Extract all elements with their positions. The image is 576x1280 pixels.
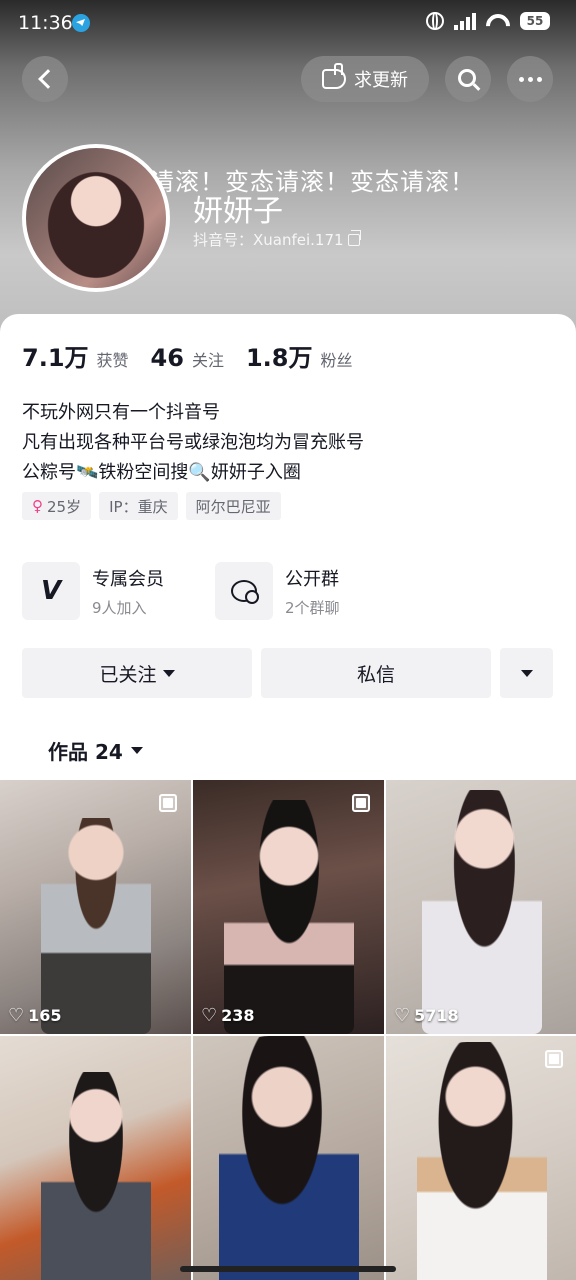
thumbnail-subject bbox=[40, 1072, 151, 1280]
video-likes: ♡ 238 bbox=[201, 1005, 255, 1026]
location-tag-label: 阿尔巴尼亚 bbox=[195, 497, 271, 516]
search-icon bbox=[457, 68, 476, 87]
avatar[interactable] bbox=[22, 144, 170, 292]
video-likes-count: 238 bbox=[221, 1006, 255, 1025]
video-thumbnail[interactable]: ♡ 238 bbox=[193, 780, 384, 1034]
female-icon: ♀ bbox=[32, 497, 43, 515]
bio-line: 不玩外网只有一个抖音号 bbox=[22, 402, 220, 423]
location-tag: 阿尔巴尼亚 bbox=[185, 492, 281, 520]
video-thumbnail[interactable]: ♡ 5718 bbox=[386, 780, 576, 1034]
back-button[interactable] bbox=[22, 56, 68, 102]
bio-line: 公粽号🛰️铁粉空间搜🔍妍妍子入圈 bbox=[22, 462, 301, 483]
profile-stats: 7.1万 获赞 46 关注 1.8万 粉丝 bbox=[22, 338, 374, 373]
video-thumbnail[interactable] bbox=[386, 1036, 576, 1280]
home-indicator[interactable] bbox=[180, 1266, 396, 1272]
copy-icon[interactable] bbox=[347, 229, 361, 246]
request-update-label: 求更新 bbox=[354, 70, 408, 91]
more-button[interactable] bbox=[507, 56, 553, 102]
battery-icon: 55 bbox=[520, 12, 550, 30]
membership-card[interactable]: V 专属会员 9人加入 bbox=[22, 562, 164, 620]
stat-followers-value: 1.8万 bbox=[245, 344, 313, 372]
bio-line: 凡有出现各种平台号或绿泡泡均为冒充账号 bbox=[22, 432, 364, 453]
message-button-label: 私信 bbox=[356, 663, 395, 686]
followed-button[interactable]: 已关注 bbox=[22, 648, 252, 698]
douyin-id[interactable]: 抖音号：Xuanfei.171 bbox=[193, 229, 361, 250]
thumbnail-subject bbox=[218, 1036, 359, 1280]
stat-likes[interactable]: 7.1万 获赞 bbox=[22, 338, 129, 373]
group-chat-icon bbox=[231, 580, 259, 604]
multi-photo-icon bbox=[545, 1050, 563, 1068]
group-icon-box bbox=[215, 562, 273, 620]
status-time: 11:36 bbox=[18, 12, 73, 34]
age-tag: ♀ 25岁 bbox=[22, 492, 92, 520]
message-button[interactable]: 私信 bbox=[261, 648, 491, 698]
caret-down-icon bbox=[162, 669, 175, 677]
tab-works-label: 作品 24 bbox=[48, 740, 123, 764]
telegram-icon bbox=[72, 14, 90, 32]
video-grid: ♡ 165 ♡ 238 ♡ 5718 bbox=[0, 780, 576, 1280]
caret-down-icon bbox=[520, 669, 533, 677]
stat-likes-label: 获赞 bbox=[96, 351, 129, 370]
thumbnail-subject bbox=[223, 800, 354, 1034]
stat-following-label: 关注 bbox=[191, 351, 224, 370]
heart-icon: ♡ bbox=[8, 1005, 25, 1026]
heart-icon: ♡ bbox=[201, 1005, 218, 1026]
wifi-icon bbox=[486, 12, 510, 30]
vip-v-icon: V bbox=[40, 576, 62, 606]
membership-title: 专属会员 bbox=[92, 568, 164, 590]
profile-nickname: 妍妍子 bbox=[193, 194, 283, 229]
search-button[interactable] bbox=[445, 56, 491, 102]
tab-works[interactable]: 作品 24 bbox=[48, 736, 143, 765]
stat-following[interactable]: 46 关注 bbox=[151, 344, 224, 372]
video-likes-count: 5718 bbox=[414, 1006, 459, 1025]
stat-likes-value: 7.1万 bbox=[22, 344, 89, 372]
signal-icon bbox=[454, 12, 476, 30]
group-subtitle: 2个群聊 bbox=[285, 598, 340, 617]
membership-subtitle: 9人加入 bbox=[92, 598, 147, 617]
video-thumbnail[interactable] bbox=[0, 1036, 191, 1280]
more-dots-icon bbox=[518, 76, 542, 82]
video-likes-count: 165 bbox=[28, 1006, 62, 1025]
video-likes: ♡ 5718 bbox=[394, 1005, 459, 1026]
ip-tag: IP：重庆 bbox=[99, 492, 178, 520]
thumbnail-subject bbox=[416, 1042, 547, 1280]
age-tag-label: 25岁 bbox=[47, 497, 82, 516]
video-thumbnail[interactable]: ♡ 165 bbox=[0, 780, 191, 1034]
caret-down-icon bbox=[130, 747, 143, 754]
video-likes: ♡ 165 bbox=[8, 1005, 62, 1026]
membership-icon-box: V bbox=[22, 562, 80, 620]
profile-tags: ♀ 25岁 IP：重庆 阿尔巴尼亚 bbox=[22, 492, 281, 520]
multi-photo-icon bbox=[352, 794, 370, 812]
group-title: 公开群 bbox=[285, 568, 339, 590]
profile-bio: 不玩外网只有一个抖音号 凡有出现各种平台号或绿泡泡均为冒充账号 公粽号🛰️铁粉空… bbox=[22, 398, 364, 488]
public-group-card[interactable]: 公开群 2个群聊 bbox=[215, 562, 340, 620]
followed-button-label: 已关注 bbox=[99, 663, 157, 686]
chevron-left-icon bbox=[38, 69, 58, 89]
stat-followers-label: 粉丝 bbox=[320, 351, 353, 370]
status-bar: 11:36 55 bbox=[0, 0, 576, 48]
request-update-button[interactable]: 求更新 bbox=[301, 56, 429, 102]
stat-following-value: 46 bbox=[150, 344, 184, 372]
hand-pointer-icon bbox=[322, 63, 346, 89]
multi-photo-icon bbox=[159, 794, 177, 812]
douyin-id-text: 抖音号：Xuanfei.171 bbox=[193, 231, 344, 249]
video-thumbnail[interactable] bbox=[193, 1036, 384, 1280]
thumbnail-subject bbox=[40, 818, 151, 1034]
ip-tag-label: IP：重庆 bbox=[109, 497, 168, 516]
thumbnail-subject bbox=[421, 790, 542, 1034]
heart-icon: ♡ bbox=[394, 1005, 411, 1026]
stat-followers[interactable]: 1.8万 粉丝 bbox=[246, 338, 353, 373]
globe-icon bbox=[426, 12, 444, 30]
more-options-button[interactable] bbox=[500, 648, 553, 698]
